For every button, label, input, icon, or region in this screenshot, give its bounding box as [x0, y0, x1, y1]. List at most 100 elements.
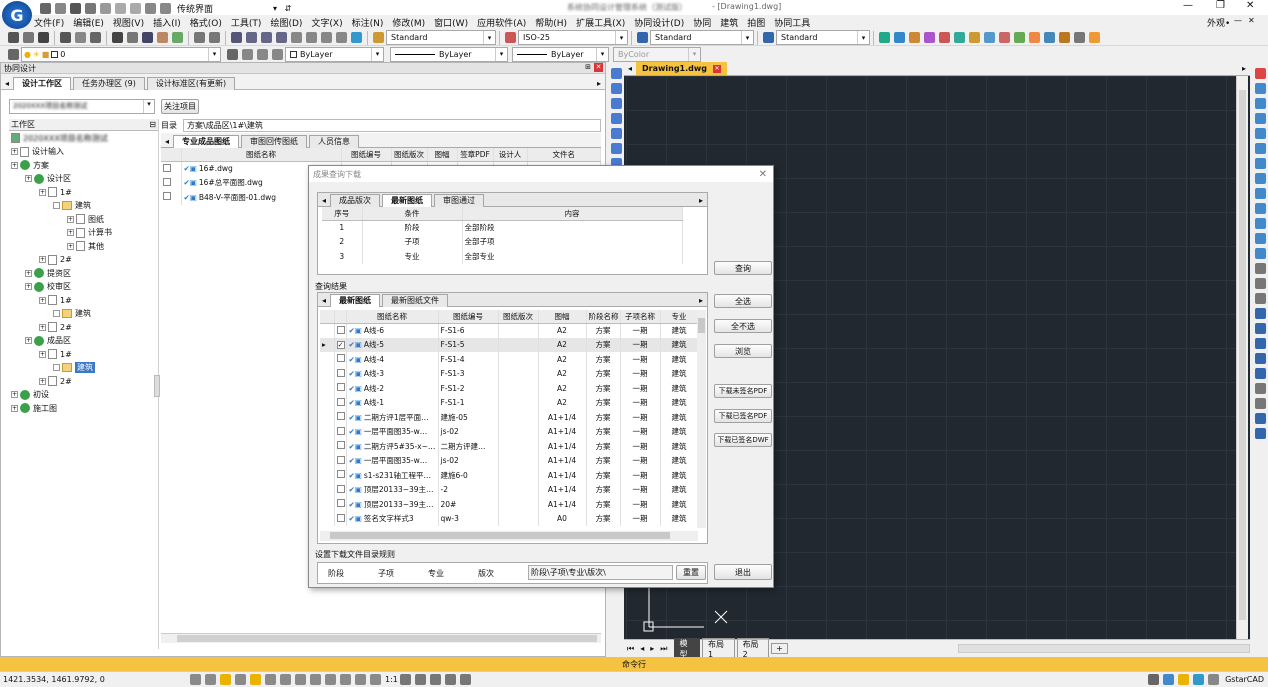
- move-icon[interactable]: [1254, 143, 1266, 154]
- download-unsigned-pdf-button[interactable]: 下载未签名PDF: [714, 384, 772, 398]
- polar-toggle-icon[interactable]: [235, 674, 246, 685]
- ext-tool-6-icon[interactable]: [954, 32, 965, 43]
- array-icon[interactable]: [1254, 128, 1266, 139]
- layout-tab-add[interactable]: +: [771, 643, 788, 654]
- rtab-latest-files[interactable]: 最新图纸文件: [382, 293, 449, 307]
- region-icon[interactable]: [1254, 383, 1266, 394]
- menu-item-3[interactable]: 插入(I): [153, 16, 181, 29]
- tree-node[interactable]: 建筑: [9, 361, 158, 375]
- menu-item-6[interactable]: 绘图(D): [270, 16, 302, 29]
- rtab-right-arrow[interactable]: ▸: [699, 296, 703, 305]
- ext-tool-1-icon[interactable]: [879, 32, 890, 43]
- qtab-product-version[interactable]: 成品版次: [330, 193, 381, 207]
- isolate-icon[interactable]: [1178, 674, 1190, 685]
- help-icon[interactable]: [351, 32, 362, 43]
- match-icon[interactable]: [145, 3, 156, 14]
- new-icon[interactable]: [8, 32, 19, 43]
- redo-icon[interactable]: [209, 32, 220, 43]
- open-icon[interactable]: [23, 32, 34, 43]
- qtab-latest[interactable]: 最新图纸: [382, 193, 433, 207]
- tree-node[interactable]: + 校审区: [9, 280, 158, 294]
- row-checkbox[interactable]: [336, 484, 345, 493]
- menu-item-17[interactable]: 拍图: [747, 16, 765, 29]
- tree-node[interactable]: +2#: [9, 321, 158, 335]
- ducs-toggle-icon[interactable]: [280, 674, 291, 685]
- rotate-icon[interactable]: [1254, 158, 1266, 169]
- tree-node[interactable]: + 施工图: [9, 402, 158, 416]
- row-checkbox[interactable]: [336, 412, 345, 421]
- qtab-review-passed[interactable]: 审图通过: [434, 193, 485, 207]
- viewport-lock-icon[interactable]: [429, 674, 441, 685]
- polyline-icon[interactable]: [610, 98, 622, 109]
- tree-node[interactable]: +1#: [9, 294, 158, 308]
- menu-item-1[interactable]: 编辑(E): [73, 16, 104, 29]
- tree-expander-icon[interactable]: +: [25, 269, 32, 277]
- ext-tool-7-icon[interactable]: [969, 32, 980, 43]
- tree-expander-icon[interactable]: [53, 202, 60, 210]
- result-col-header[interactable]: 子项名称: [620, 310, 661, 324]
- dialog-close-button[interactable]: ✕: [759, 169, 767, 180]
- focus-project-button[interactable]: 关注项目: [161, 99, 199, 114]
- row-checkbox[interactable]: [336, 383, 345, 392]
- file-col-header[interactable]: 设计人: [493, 148, 528, 162]
- rule-part-subitem[interactable]: 子项: [378, 568, 394, 579]
- zoom-realtime-icon[interactable]: [246, 32, 257, 43]
- break-icon[interactable]: [1254, 233, 1266, 244]
- ext-tool-12-icon[interactable]: [1044, 32, 1055, 43]
- publish-icon[interactable]: [90, 32, 101, 43]
- linetype-select[interactable]: ByLayer ▾: [390, 46, 508, 62]
- layout-prev-arrow[interactable]: ◂: [640, 644, 644, 653]
- auto-scale-icon[interactable]: [414, 674, 426, 685]
- download-signed-dwf-button[interactable]: 下载已签名DWF: [714, 433, 772, 447]
- scale-icon[interactable]: [1254, 173, 1266, 184]
- trim-icon[interactable]: [1254, 203, 1266, 214]
- tab-design-workarea[interactable]: 设计工作区: [13, 76, 72, 90]
- row-checkbox[interactable]: [336, 368, 345, 377]
- plotstyle-select[interactable]: ByColor ▾: [613, 46, 701, 62]
- files-hscrollbar[interactable]: [161, 633, 601, 643]
- hatch-icon[interactable]: [1254, 368, 1266, 379]
- arc-icon[interactable]: [610, 143, 622, 154]
- pane-splitter-handle[interactable]: [154, 375, 160, 397]
- result-row[interactable]: ✔▣ 签名文字样式3 qw-3 A0 方案 一期 建筑: [320, 511, 698, 526]
- snap-toggle-icon[interactable]: [190, 674, 201, 685]
- grid-toggle-icon[interactable]: [205, 674, 216, 685]
- layer-manager-icon[interactable]: [8, 48, 19, 60]
- ortho-toggle-icon[interactable]: [220, 674, 231, 685]
- print-icon[interactable]: [60, 32, 71, 43]
- menu-item-4[interactable]: 格式(O): [190, 16, 222, 29]
- menu-item-9[interactable]: 修改(M): [392, 16, 425, 29]
- row-checkbox[interactable]: [336, 441, 345, 450]
- zoom-previous-icon[interactable]: [276, 32, 287, 43]
- result-row[interactable]: ✔▣ 一层平面图35-w… js-02 A1+1/4 方案 一期 建筑: [320, 453, 698, 468]
- layout-first-arrow[interactable]: ⏮: [627, 644, 634, 654]
- project-root-label[interactable]: 2020XXX项目名称测试: [23, 133, 108, 144]
- menu-item-7[interactable]: 文字(X): [311, 16, 342, 29]
- block-icon[interactable]: [172, 32, 183, 43]
- ext-tool-15-icon[interactable]: [1089, 32, 1100, 43]
- offset-icon[interactable]: [1254, 113, 1266, 124]
- result-col-header[interactable]: 阶段名称: [586, 310, 621, 324]
- hardware-accel-icon[interactable]: [1193, 674, 1205, 685]
- menu-item-16[interactable]: 建筑: [720, 16, 738, 29]
- panel-tab-right-arrow[interactable]: ▸: [597, 79, 601, 88]
- result-col-header[interactable]: 图纸名称: [346, 310, 439, 324]
- menu-item-2[interactable]: 视图(V): [113, 16, 144, 29]
- am-toggle-icon[interactable]: [370, 674, 381, 685]
- tree-node[interactable]: 建筑: [9, 199, 158, 213]
- row-checkbox[interactable]: [336, 455, 345, 464]
- tree-node[interactable]: + 方案: [9, 159, 158, 173]
- tree-expander-icon[interactable]: [53, 364, 60, 372]
- tree-node[interactable]: + 初设: [9, 388, 158, 402]
- command-line-bar[interactable]: 命令行: [0, 657, 1268, 671]
- tool-palette-icon[interactable]: [321, 32, 332, 43]
- properties-icon[interactable]: [1254, 308, 1266, 319]
- design-center-icon[interactable]: [306, 32, 317, 43]
- ext-tool-3-icon[interactable]: [909, 32, 920, 43]
- tree-expander-icon[interactable]: +: [67, 215, 74, 223]
- result-row[interactable]: ✔▣ 二期方评1层平面… 建施-05 A1+1/4 方案 一期 建筑: [320, 410, 698, 425]
- download-signed-pdf-button[interactable]: 下载已签名PDF: [714, 409, 772, 423]
- qtab-left-arrow[interactable]: ◂: [322, 196, 326, 205]
- refresh-icon[interactable]: [160, 3, 171, 14]
- result-hscrollbar[interactable]: [320, 531, 698, 541]
